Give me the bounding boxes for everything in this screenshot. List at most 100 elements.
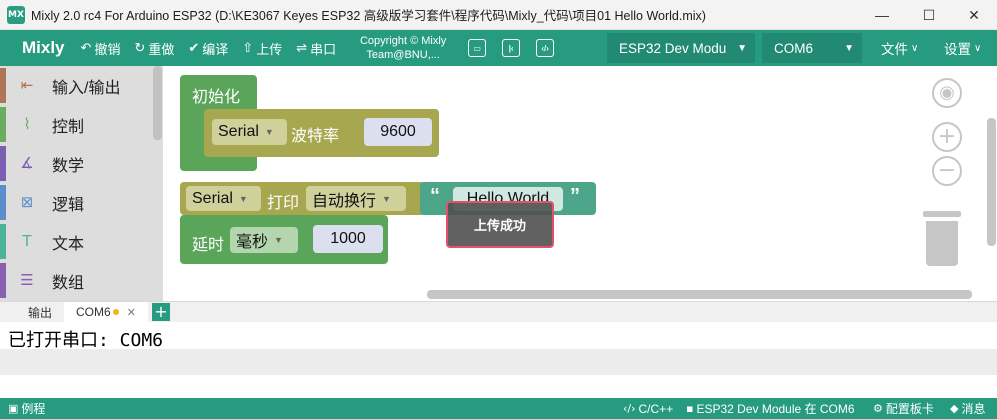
delay-unit-value: 毫秒 [236,234,269,251]
serial-dropdown-value: Serial [192,189,233,207]
book-icon: ▣ [8,402,19,415]
port-select[interactable]: COM6 ▼ [762,33,862,63]
bell-icon: ◆ [950,402,959,415]
zoom-out-icon[interactable]: − [932,156,962,186]
category-color-bar [0,146,6,181]
minimize-button[interactable]: — [859,0,905,30]
io-icon: ⇤ [20,76,34,94]
serial-print-block[interactable]: Serial ▼ 打印 自动换行 ▼ [180,182,425,215]
copyright-line-2: Team@BNU,... [366,49,440,61]
board-manager-icon[interactable]: ▭ [468,39,487,57]
undo-label: 撤销 [94,41,121,57]
category-color-bar [0,107,6,142]
category-label: 数组 [52,274,85,292]
serial-dropdown[interactable]: Serial ▼ [212,119,287,145]
category-color-bar [0,263,6,298]
undo-icon: ↶ [80,40,92,56]
messages-button[interactable]: ◆ 消息 [950,398,985,419]
dropdown-arrow-icon: ▼ [264,127,274,137]
serial-console[interactable]: 已打开串口: COM6 [0,322,997,398]
title-bar: MX Mixly 2.0 rc4 For Arduino ESP32 (D:\K… [0,0,997,30]
board-status[interactable]: ▪ ESP32 Dev Module 在 COM6 [686,398,855,419]
language-indicator[interactable]: ‹/› C/C++ [623,398,673,419]
category-control[interactable]: ⌇ 控制 [0,105,163,144]
setup-block-label: 初始化 [192,89,241,106]
close-button[interactable]: ✕ [951,0,997,30]
language-label: C/C++ [638,401,674,416]
gear-icon: ⚙ [873,402,883,415]
zoom-in-icon[interactable]: + [932,122,962,152]
file-menu[interactable]: 文件 ∨ [881,30,918,66]
chevron-down-icon: ▼ [737,42,747,54]
category-io[interactable]: ⇤ 输入/输出 [0,66,163,105]
category-label: 文本 [52,235,85,253]
upload-success-toast: 上传成功 [446,201,554,248]
chevron-down-icon: ∨ [911,42,919,54]
redo-button[interactable]: ↻ 重做 [134,39,174,58]
board-config-button[interactable]: ⚙ 配置板卡 [873,398,934,419]
unsaved-dot-icon [112,309,119,315]
category-logic[interactable]: ⊠ 逻辑 [0,183,163,222]
compile-button[interactable]: ✔ 编译 [188,39,228,58]
undo-button[interactable]: ↶ 撤销 [81,39,121,58]
category-label: 数学 [52,157,85,175]
control-icon: ⌇ [23,115,31,133]
quote-open-icon: “ [430,185,440,207]
math-icon: ∡ [20,154,34,172]
category-math[interactable]: ∡ 数学 [0,144,163,183]
delay-input[interactable]: 1000 [313,225,383,253]
code-view-icon[interactable]: ‹/› [536,39,555,57]
close-icon[interactable]: ✕ [127,306,136,319]
port-select-value: COM6 [774,40,814,56]
newline-dropdown[interactable]: 自动换行 ▼ [306,186,406,211]
settings-menu[interactable]: 设置 ∨ [944,30,981,66]
serial-dropdown[interactable]: Serial ▼ [186,186,261,211]
serial-dropdown-value: Serial [218,123,259,140]
sidebar-scrollbar[interactable] [153,66,162,140]
quote-close-icon: ” [570,185,580,207]
compile-label: 编译 [202,41,229,57]
delay-unit-dropdown[interactable]: 毫秒 ▼ [230,227,298,253]
newline-dropdown-value: 自动换行 [312,192,377,210]
examples-button[interactable]: ▣ 例程 [8,398,45,419]
serial-button[interactable]: ⇌ 串口 [296,39,336,58]
upload-icon: ⇧ [242,40,254,56]
redo-label: 重做 [148,41,175,57]
recenter-icon[interactable]: ◉ [932,78,962,108]
category-color-bar [0,224,6,259]
workspace-horizontal-scrollbar[interactable] [427,290,972,299]
text-icon: T [22,232,32,250]
sidebar-toggle-icon[interactable]: |‹ [502,39,521,57]
app-logo-icon: MX [7,5,25,24]
board-select[interactable]: ESP32 Dev Modu ▼ [607,33,755,63]
maximize-button[interactable]: ☐ [906,0,952,30]
print-label: 打印 [267,195,300,212]
dropdown-arrow-icon: ▼ [238,193,248,204]
category-text[interactable]: T 文本 [0,222,163,261]
category-color-bar [0,185,6,220]
status-bar: ▣ 例程 ‹/› C/C++ ▪ ESP32 Dev Module 在 COM6… [0,398,997,419]
brand-logo[interactable]: Mixly [22,38,65,58]
usb-icon: ⇌ [296,40,308,56]
redo-icon: ↻ [134,40,146,56]
settings-menu-label: 设置 [944,42,971,57]
board-config-label: 配置板卡 [885,402,934,416]
trash-icon[interactable] [919,211,965,268]
main-toolbar: Mixly ↶ 撤销 ↻ 重做 ✔ 编译 ⇧ 上传 ⇌ 串口 Copyright… [0,30,997,66]
baud-input[interactable]: 9600 [364,118,432,146]
tab-com6[interactable]: COM6 ✕ [64,302,148,322]
board-status-label: ESP32 Dev Module 在 COM6 [696,402,855,416]
serial-begin-block[interactable]: Serial ▼ 波特率 9600 [204,109,439,157]
category-array[interactable]: ☰ 数组 [0,261,163,300]
delay-label: 延时 [192,237,225,254]
upload-button[interactable]: ⇧ 上传 [242,39,282,58]
copyright-text: Copyright © Mixly Team@BNU,... [352,34,454,62]
window-title: Mixly 2.0 rc4 For Arduino ESP32 (D:\KE30… [31,9,706,23]
workspace-vertical-scrollbar[interactable] [987,118,996,246]
add-tab-button[interactable]: + [151,303,170,321]
blockly-workspace[interactable]: 初始化 Serial ▼ 波特率 9600 Serial ▼ 打印 自动换行 ▼… [163,66,997,301]
delay-block[interactable]: 延时 毫秒 ▼ 1000 [180,215,388,264]
category-color-bar [0,68,6,103]
examples-label: 例程 [21,402,46,416]
tab-output[interactable]: 输出 [0,302,64,322]
